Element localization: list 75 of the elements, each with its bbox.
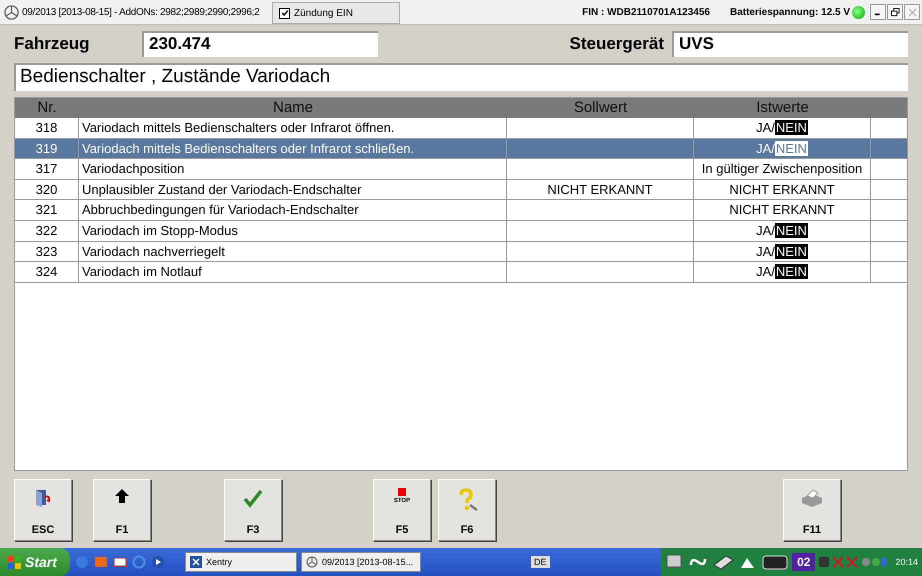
table-row[interactable]: 320 Unplausibler Zustand der Variodach-Endschalter NICHT ERKANNT NICHT ERKANNT (15, 180, 907, 200)
table-cell: 321 (15, 200, 79, 220)
table-cell: NICHT ERKANNT (507, 180, 694, 200)
table-cell: Variodach im Stopp-Modus (79, 220, 507, 241)
function-key-button[interactable]: F11 (783, 479, 841, 541)
status-led-icon (852, 6, 865, 18)
taskbar-task[interactable]: 09/2013 [2013-08-15... (301, 552, 421, 572)
column-header: Name (272, 98, 314, 118)
ecu-label: Steuergerät (570, 34, 664, 54)
table-cell: Variodach mittels Bedienschalters oder Infrarot öffnen. (79, 118, 507, 138)
minimize-button[interactable] (870, 4, 886, 20)
table-cell: NICHT ERKANNT (694, 180, 871, 200)
section-heading: Bedienschalter , Zustände Variodach (14, 63, 908, 91)
window-title: 09/2013 [2013-08-15] - AddONs: 2982;2989;2990;2996;2 (22, 6, 260, 18)
function-key-button[interactable]: F6 (438, 479, 496, 541)
table-cell: Abbruchbedingungen für Variodach-Endschalter (79, 200, 507, 220)
star-logo-icon (4, 4, 19, 20)
function-key-button[interactable]: F1 (93, 479, 151, 541)
close-icon (908, 8, 916, 16)
table-row[interactable]: 317 Variodachposition In gültiger Zwischenposition (15, 159, 907, 180)
checkbox-icon (279, 8, 290, 18)
language-indicator[interactable]: DE (531, 556, 550, 568)
door-icon (33, 488, 53, 508)
table-row[interactable]: 321 Abbruchbedingungen für Variodach-Endschalter NICHT ERKANNT (15, 200, 907, 221)
windows-logo-icon (8, 556, 21, 568)
table-cell: Variodachposition (79, 159, 507, 179)
table-cell: NICHT ERKANNT (694, 200, 871, 220)
table-cell: In gültiger Zwischenposition (694, 159, 871, 179)
table-cell: Unplausibler Zustand der Variodach-Endschalter (79, 180, 507, 200)
column-header: Istwerte (755, 98, 810, 118)
tray-icons-drawing (818, 555, 888, 569)
restore-icon (890, 8, 900, 16)
table-cell: 317 (15, 159, 79, 179)
media-icon[interactable] (151, 555, 165, 569)
app-icon (190, 556, 202, 568)
table-row[interactable]: 324 Variodach im Notlauf JA/NEIN (15, 262, 907, 283)
table-cell: Variodach mittels Bedienschalters oder Infrarot schließen. (79, 138, 507, 158)
clock: 20:14 (895, 557, 918, 567)
table-row[interactable]: 322 Variodach im Stopp-Modus JA/NEIN (15, 220, 907, 242)
table-cell: 320 (15, 180, 79, 200)
function-key-button[interactable]: ESC (14, 479, 72, 541)
table-row[interactable]: 323 Variodach nachverriegelt JA/NEIN (15, 242, 907, 262)
table-cell: JA/NEIN (694, 242, 871, 262)
table-cell: 319 (15, 138, 79, 158)
star-logo-icon (306, 556, 318, 568)
table-cell: 318 (15, 118, 79, 138)
table-cell: JA/NEIN (694, 118, 871, 138)
taskbar-task[interactable]: Xentry (185, 552, 297, 572)
table-cell: 324 (15, 262, 79, 282)
table-cell: JA/NEIN (694, 138, 871, 158)
ecu-field: UVS (672, 31, 908, 57)
column-header: Sollwert (572, 98, 628, 118)
vehicle-label: Fahrzeug (14, 34, 91, 54)
table-cell: Variodach nachverriegelt (79, 242, 507, 262)
check-mark-icon (243, 488, 263, 508)
restore-button[interactable] (887, 4, 903, 20)
start-button[interactable]: Start (0, 548, 70, 576)
mail-icon[interactable] (113, 555, 127, 569)
battery-voltage: Batteriespannung: 12.5 V (730, 6, 850, 18)
table-cell: JA/NEIN (694, 220, 871, 241)
table-cell: Variodach im Notlauf (79, 262, 507, 282)
notification-badge[interactable]: 02 (792, 553, 816, 571)
table-cell: 322 (15, 220, 79, 241)
vin-label: FIN : WDB2110701A123456 (582, 6, 710, 18)
column-header: Nr. (36, 98, 58, 118)
function-key-button[interactable]: F3 (224, 479, 282, 541)
table-cell: JA/NEIN (694, 262, 871, 282)
vehicle-field: 230.474 (142, 31, 378, 57)
tablet-icon[interactable] (711, 553, 736, 571)
ignition-checkbox[interactable]: Zündung EIN (272, 2, 400, 24)
up-arrow-icon (114, 488, 130, 504)
printer-icon (800, 488, 824, 508)
table-cell: 323 (15, 242, 79, 262)
table-row[interactable]: 319 Variodach mittels Bedienschalters oder Infrarot schließen. JA/NEIN (15, 138, 907, 160)
device-icon[interactable] (761, 553, 790, 571)
